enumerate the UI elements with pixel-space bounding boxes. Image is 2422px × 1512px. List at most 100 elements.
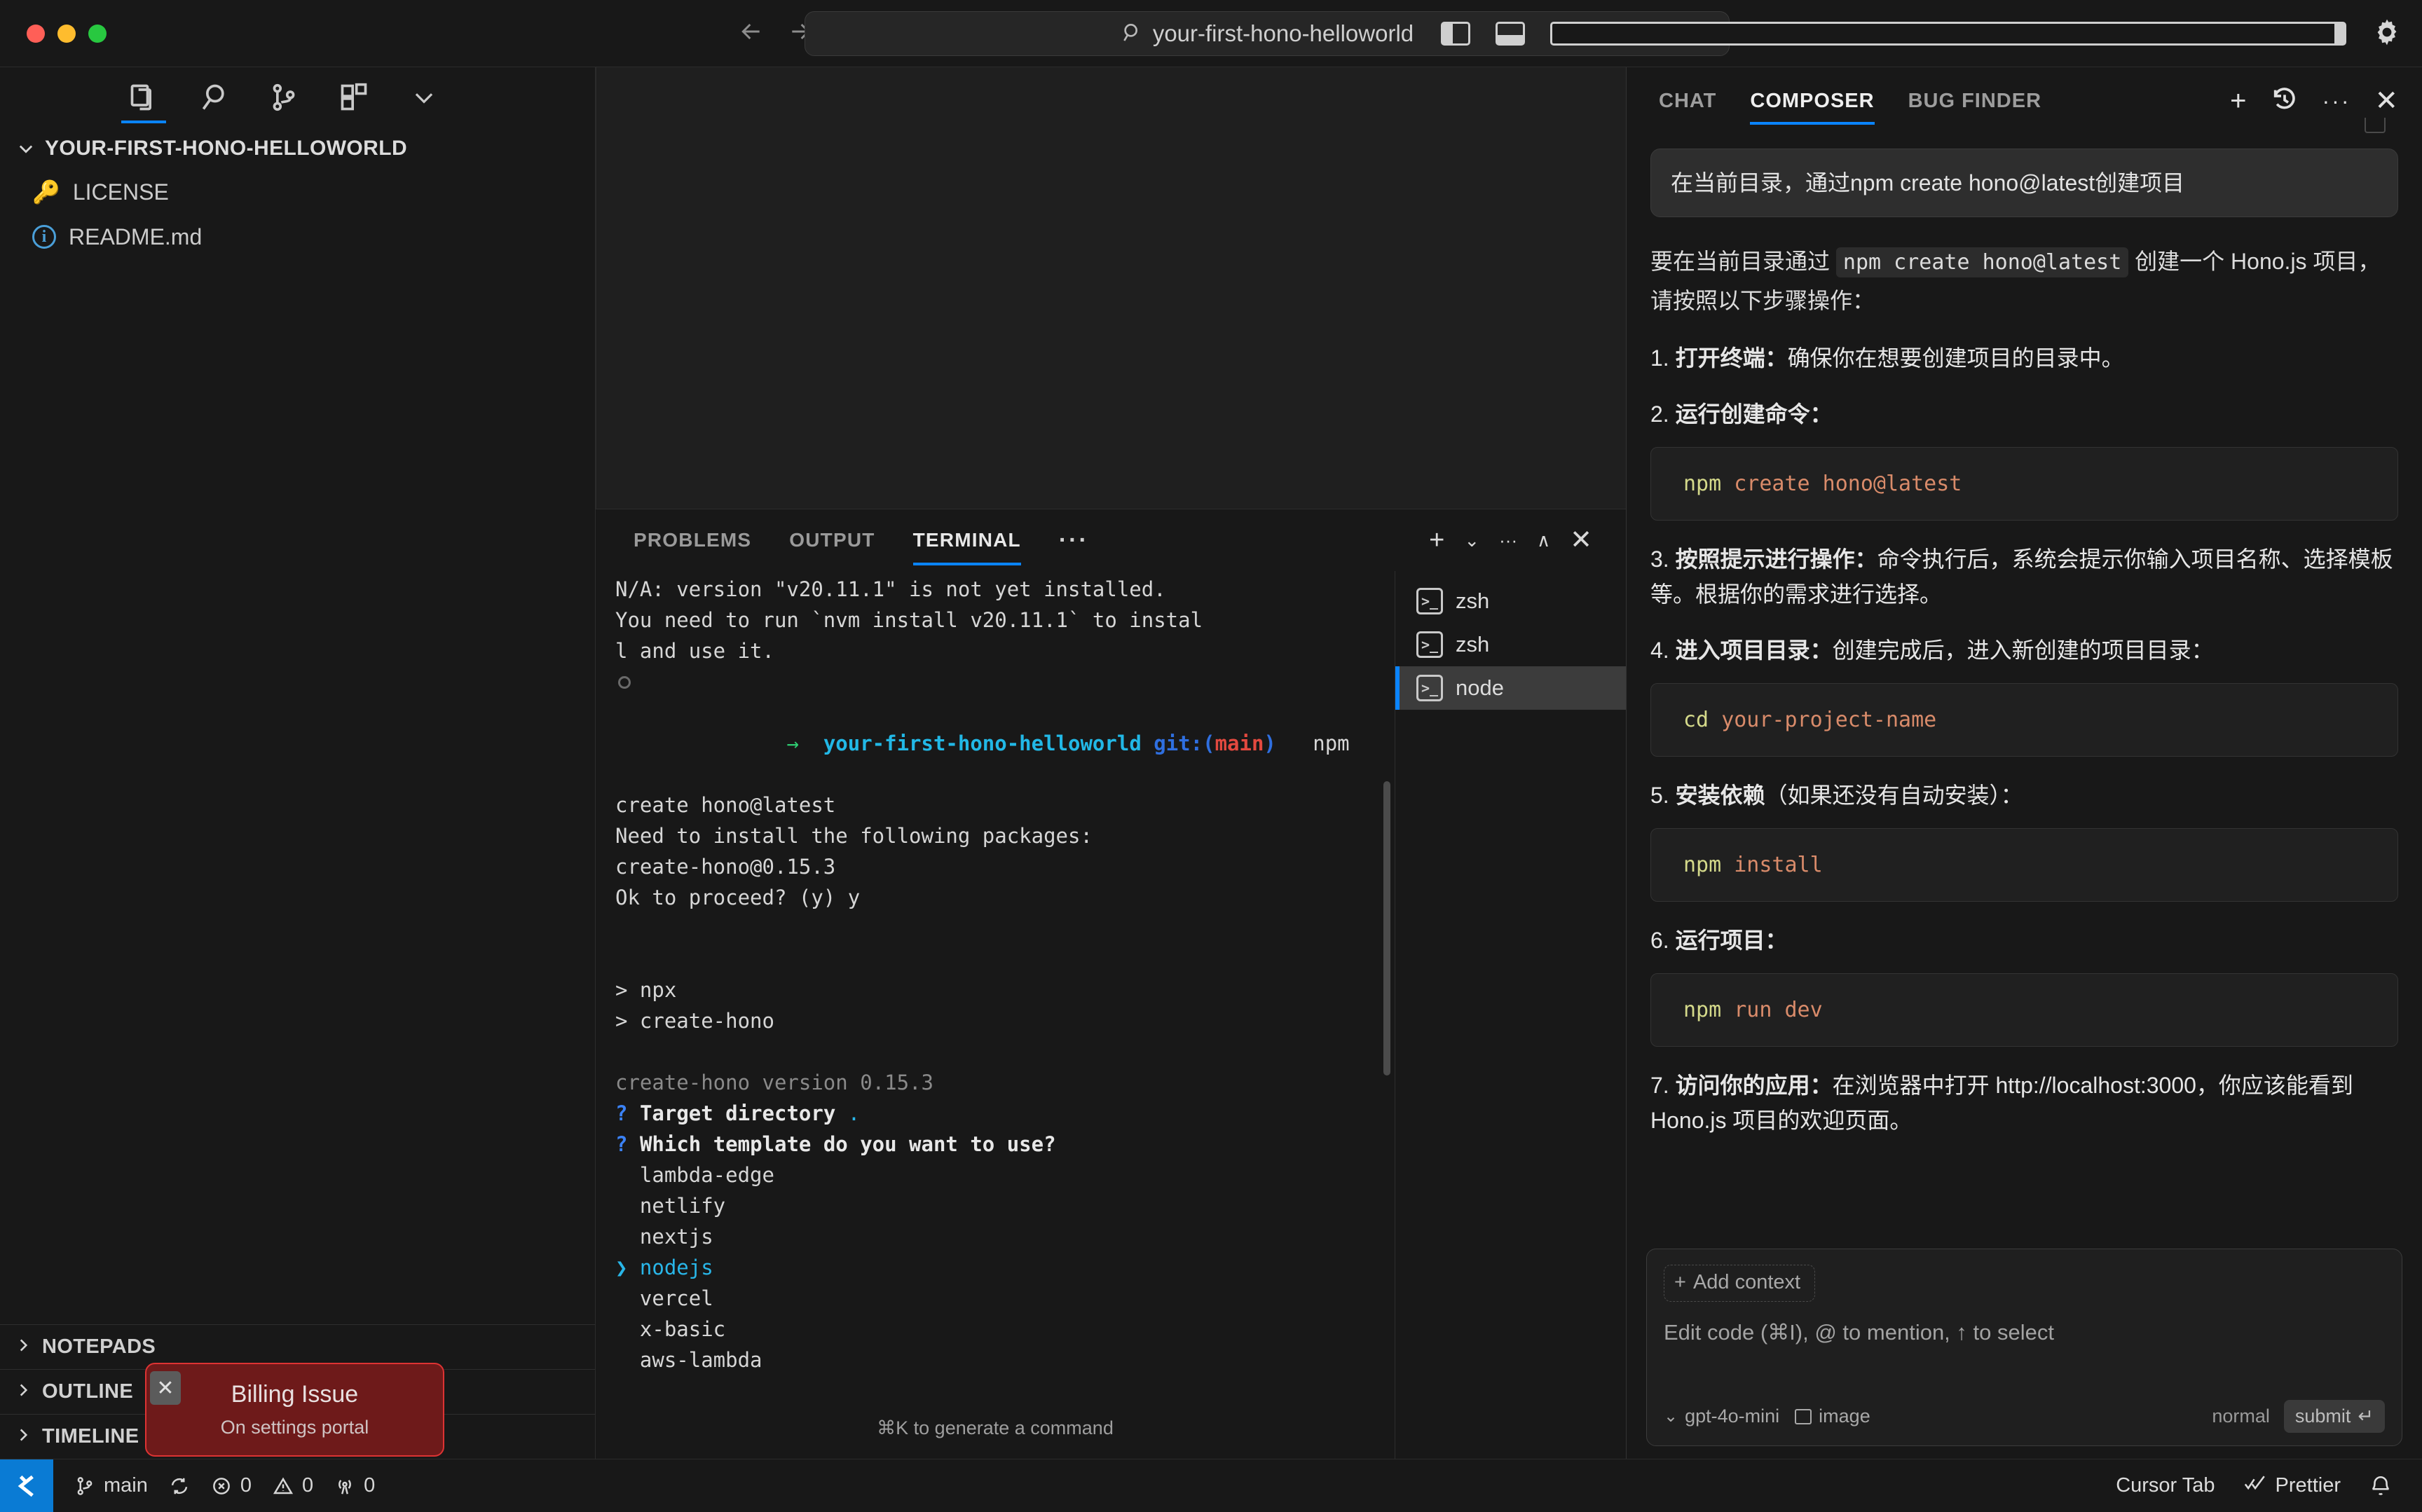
terminal-scrollbar[interactable] <box>1383 781 1390 1075</box>
minimize-window-button[interactable] <box>57 24 76 43</box>
billing-issue-notification[interactable]: ✕ Billing Issue On settings portal <box>145 1363 444 1457</box>
step-text: 创建完成后，进入新创建的项目目录： <box>1832 638 2214 663</box>
step-text: 确保你在想要创建项目的目录中。 <box>1787 345 2124 371</box>
tab-chat[interactable]: CHAT <box>1659 67 1716 135</box>
localhost-url: http://localhost:3000 <box>1995 1073 2196 1098</box>
tab-terminal[interactable]: TERMINAL <box>912 509 1022 571</box>
section-label: TIMELINE <box>42 1425 139 1448</box>
tab-problems[interactable]: PROBLEMS <box>634 509 751 571</box>
terminal-line: N/A: version "v20.11.1" is not yet insta… <box>615 577 1166 601</box>
maximize-window-button[interactable] <box>88 24 107 43</box>
attach-image-button[interactable]: image <box>1795 1406 1870 1427</box>
user-message-bubble: 在当前目录，通过npm create hono@latest创建项目 <box>1650 149 2398 217</box>
code-block-cd[interactable]: cd your-project-name <box>1650 683 2398 757</box>
composer-textarea[interactable]: Edit code (⌘I), @ to mention, ↑ to selec… <box>1664 1320 2385 1345</box>
status-radio-tower[interactable]: 0 <box>334 1474 375 1497</box>
section-label: NOTEPADS <box>42 1335 156 1358</box>
step-num: 2. <box>1650 401 1669 427</box>
submit-label: submit <box>2294 1406 2351 1427</box>
explorer-root-folder[interactable]: YOUR-FIRST-HONO-HELLOWORLD <box>0 128 595 170</box>
toggle-bottom-panel-icon[interactable] <box>1496 22 1525 46</box>
radio-count: 0 <box>364 1474 376 1497</box>
history-icon[interactable] <box>2271 85 2299 117</box>
terminal-option[interactable]: vercel <box>615 1283 1395 1314</box>
terminal-option[interactable]: lambda-edge <box>615 1160 1395 1190</box>
ai-conversation: 在当前目录，通过npm create hono@latest创建项目 要在当前目… <box>1627 135 2422 1242</box>
terminal-option[interactable]: x-basic <box>615 1314 1395 1345</box>
panel-body: N/A: version "v20.11.1" is not yet insta… <box>596 571 1626 1459</box>
terminal-line: Ok to proceed? (y) y <box>615 886 861 909</box>
center-area: PROBLEMS OUTPUT TERMINAL ··· + ⌄ ··· ∧ ✕… <box>596 67 1626 1459</box>
file-name: README.md <box>69 224 203 249</box>
back-icon[interactable] <box>737 18 765 49</box>
step-num: 6. <box>1650 928 1669 953</box>
search-icon <box>1121 21 1143 47</box>
terminal-instance-zsh-1[interactable]: >_ zsh <box>1395 579 1626 623</box>
terminal-option[interactable]: netlify <box>615 1190 1395 1221</box>
close-panel-icon[interactable]: ✕ <box>1570 527 1592 554</box>
terminal-instance-node[interactable]: >_ node <box>1395 666 1626 710</box>
cursor-logo-icon[interactable] <box>0 1459 53 1512</box>
chevron-down-icon[interactable]: ⌄ <box>1464 531 1479 549</box>
tab-bug-finder[interactable]: BUG FINDER <box>1908 67 2041 135</box>
terminal-line-question: ? Which template do you want to use? <box>615 1132 1056 1156</box>
composer-mode-label[interactable]: normal <box>2212 1406 2270 1427</box>
terminal-option-selected[interactable]: ❯ nodejs <box>615 1252 1395 1283</box>
terminal-option[interactable]: nextjs <box>615 1221 1395 1252</box>
search-icon[interactable] <box>179 67 249 128</box>
search-input[interactable]: your-first-hono-helloworld <box>1153 20 1414 47</box>
terminal-option[interactable]: aws-lambda <box>615 1345 1395 1375</box>
cursor-tab-label: Cursor Tab <box>2116 1474 2215 1497</box>
title-bar: your-first-hono-helloworld <box>0 0 2422 67</box>
new-chat-icon[interactable]: + <box>2230 87 2246 115</box>
toggle-right-panel-icon[interactable] <box>1550 22 2346 46</box>
terminal-instance-label: node <box>1456 675 1504 700</box>
panel-more-icon[interactable]: ··· <box>1499 531 1517 549</box>
terminal-line: Need to install the following packages: <box>615 824 1093 848</box>
terminal-icon: >_ <box>1416 675 1443 701</box>
terminal-output[interactable]: N/A: version "v20.11.1" is not yet insta… <box>596 571 1395 1459</box>
status-warnings[interactable]: 0 <box>273 1474 313 1497</box>
terminal-instance-zsh-2[interactable]: >_ zsh <box>1395 623 1626 666</box>
ai-panel-tabs: CHAT COMPOSER BUG FINDER + ··· ✕ <box>1627 67 2422 135</box>
ai-panel-more-icon[interactable]: ··· <box>2322 90 2351 112</box>
tab-output[interactable]: OUTPUT <box>789 509 875 571</box>
terminal-line: create-hono@0.15.3 <box>615 855 836 879</box>
status-cursor-tab[interactable]: Cursor Tab <box>2116 1474 2215 1497</box>
prompt-branch: main <box>1215 731 1264 755</box>
code-block-run-dev[interactable]: npm run dev <box>1650 973 2398 1047</box>
status-prettier[interactable]: Prettier <box>2243 1471 2341 1501</box>
close-window-button[interactable] <box>27 24 45 43</box>
code-block-install[interactable]: npm install <box>1650 828 2398 902</box>
add-context-button[interactable]: + Add context <box>1664 1265 1816 1302</box>
chevron-down-icon[interactable] <box>389 67 459 128</box>
source-control-icon[interactable] <box>249 67 319 128</box>
bell-icon[interactable] <box>2369 1474 2393 1498</box>
status-sync[interactable] <box>169 1476 190 1497</box>
submit-button[interactable]: submit ↵ <box>2283 1400 2385 1433</box>
close-icon[interactable]: ✕ <box>150 1371 181 1405</box>
explorer-icon[interactable] <box>109 67 179 128</box>
status-errors[interactable]: 0 <box>211 1474 252 1497</box>
assistant-step-4: 4. 进入项目目录：创建完成后，进入新创建的项目目录： <box>1650 633 2398 668</box>
model-selector[interactable]: ⌄ gpt-4o-mini <box>1664 1406 1779 1427</box>
file-item-license[interactable]: 🔑 LICENSE <box>0 170 595 214</box>
code-block-create[interactable]: npm create hono@latest <box>1650 447 2398 521</box>
intro-code: npm create hono@latest <box>1835 247 2129 277</box>
code-cmd: npm <box>1683 472 1722 496</box>
toggle-left-panel-icon[interactable] <box>1441 22 1470 46</box>
maximize-panel-icon[interactable]: ∧ <box>1537 531 1550 549</box>
tab-composer[interactable]: COMPOSER <box>1750 67 1875 135</box>
file-item-readme[interactable]: i README.md <box>0 214 595 259</box>
close-icon[interactable]: ✕ <box>2374 87 2398 115</box>
extensions-icon[interactable] <box>319 67 389 128</box>
explorer-root-label: YOUR-FIRST-HONO-HELLOWORLD <box>45 137 408 160</box>
code-args: your-project-name <box>1721 708 1937 732</box>
composer-input-area[interactable]: + Add context Edit code (⌘I), @ to menti… <box>1646 1249 2402 1446</box>
status-branch[interactable]: main <box>74 1474 148 1497</box>
gear-icon[interactable] <box>2372 17 2402 51</box>
new-terminal-icon[interactable]: + <box>1429 527 1444 554</box>
model-label: gpt-4o-mini <box>1685 1406 1780 1427</box>
panel-more-tabs-icon[interactable]: ··· <box>1059 509 1089 571</box>
